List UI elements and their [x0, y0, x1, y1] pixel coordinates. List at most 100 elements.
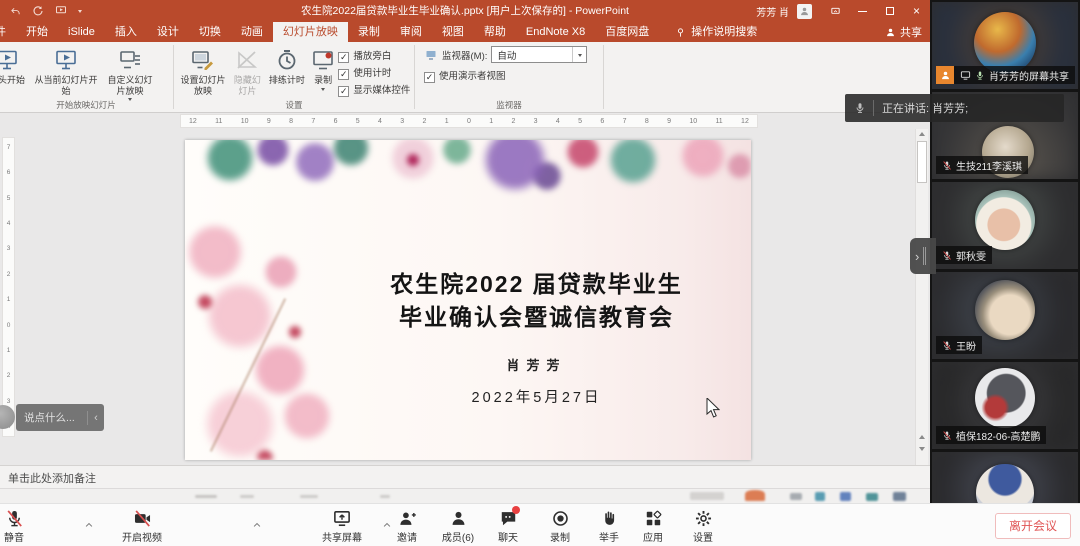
slide-author: 肖芳芳 — [330, 355, 743, 374]
redo-icon[interactable] — [32, 5, 44, 17]
checkbox-checked-icon: ✓ — [338, 52, 349, 63]
qat-customize-icon[interactable] — [78, 10, 82, 13]
show-media-controls-checkbox[interactable]: ✓ 显示媒体控件 — [338, 85, 411, 97]
tab-review[interactable]: 审阅 — [390, 22, 432, 42]
camera-off-icon — [132, 509, 153, 528]
invite-button[interactable]: 邀请 — [382, 509, 432, 544]
slideshow-icon[interactable] — [55, 5, 67, 17]
participant-name: 植保182-06-高楚鹏 — [956, 428, 1040, 443]
taskbar-icon-blur — [893, 492, 906, 501]
set-up-slideshow-button[interactable]: 设置幻灯片放映 — [177, 46, 229, 98]
speaking-divider — [873, 100, 874, 116]
settings-button[interactable]: 设置 — [680, 509, 726, 544]
taskbar-icon-blur — [790, 493, 802, 500]
group-separator — [414, 45, 415, 109]
tab-endnote[interactable]: EndNote X8 — [516, 22, 595, 42]
group-label: 设置 — [175, 99, 413, 111]
notes-pane[interactable]: 单击此处添加备注 — [0, 465, 930, 488]
taskbar-icon-blur — [815, 492, 825, 501]
tab-home[interactable]: 开始 — [16, 22, 58, 42]
record-dropdown-icon — [321, 88, 325, 91]
mute-options-caret-icon[interactable] — [84, 517, 94, 535]
slide-title-line2: 毕业确认会暨诚信教育会 — [330, 301, 743, 334]
use-timings-checkbox[interactable]: ✓ 使用计时 — [338, 68, 411, 80]
previous-slide-icon[interactable] — [919, 435, 925, 439]
share-button[interactable]: 共享 — [885, 22, 922, 42]
avatar — [975, 190, 1035, 250]
apps-button[interactable]: 应用 — [630, 509, 676, 544]
tab-baidu-netdisk[interactable]: 百度网盘 — [595, 22, 659, 42]
record-slideshow-button[interactable]: 录制 — [308, 46, 338, 93]
tab-slideshow[interactable]: 幻灯片放映 — [273, 22, 348, 42]
vertical-ruler: 765432101234 — [2, 137, 15, 437]
checkbox-checked-icon: ✓ — [338, 86, 349, 97]
start-video-button[interactable]: 开启视频 — [112, 509, 172, 544]
record-circle-icon — [551, 509, 570, 528]
from-beginning-button[interactable]: 从头开始 — [0, 46, 30, 88]
notes-placeholder: 单击此处添加备注 — [8, 473, 96, 485]
tab-help[interactable]: 帮助 — [474, 22, 516, 42]
participant-name: 王盼 — [956, 338, 976, 353]
video-options-caret-icon[interactable] — [252, 517, 262, 535]
from-current-slide-button[interactable]: 从当前幻灯片开始 — [30, 46, 102, 98]
minimize-button[interactable] — [849, 0, 876, 22]
tab-view[interactable]: 视图 — [432, 22, 474, 42]
members-button[interactable]: 成员(6) — [430, 509, 486, 544]
rehearse-clock-icon — [275, 48, 299, 72]
avatar — [975, 368, 1035, 428]
restore-button[interactable] — [876, 0, 903, 22]
next-slide-icon[interactable] — [919, 447, 925, 451]
close-button[interactable]: × — [903, 0, 930, 22]
meeting-screen: 农生院2022届贷款毕业生毕业确认.pptx [用户上次保存的] - Power… — [0, 0, 1080, 546]
monitor-select[interactable]: 自动 — [491, 46, 587, 63]
ribbon-display-options-icon[interactable] — [822, 0, 849, 22]
video-tile[interactable]: 植保182-06-高楚鹏 — [932, 362, 1078, 449]
use-presenter-view-checkbox[interactable]: ✓ 使用演示者视图 — [424, 71, 506, 83]
scrollbar-thumb[interactable] — [917, 141, 927, 183]
from-current-icon — [54, 48, 78, 72]
sidebar-collapse-handle[interactable]: › — [910, 238, 936, 274]
custom-show-icon — [118, 48, 142, 72]
chat-notification-badge — [512, 506, 520, 514]
scroll-up-icon[interactable] — [919, 132, 925, 136]
chat-button[interactable]: 聊天 — [484, 509, 532, 544]
chat-input-placeholder[interactable]: 说点什么... — [16, 410, 87, 425]
checkbox-checked-icon: ✓ — [424, 72, 435, 83]
tab-record[interactable]: 录制 — [348, 22, 390, 42]
leave-meeting-button[interactable]: 离开会议 — [995, 513, 1071, 539]
undo-icon[interactable] — [10, 6, 21, 17]
account-name: 芳芳 肖 — [756, 4, 789, 19]
video-tile[interactable]: 郭秋雯 — [932, 182, 1078, 269]
mic-muted-icon — [942, 340, 952, 351]
tab-design[interactable]: 设计 — [147, 22, 189, 42]
rehearse-timings-button[interactable]: 排练计时 — [266, 46, 308, 88]
tab-file[interactable]: 文件 — [0, 22, 16, 42]
tab-animations[interactable]: 动画 — [231, 22, 273, 42]
video-tile-sharer[interactable]: 肖芳芳的屏幕共享 — [932, 2, 1078, 89]
meeting-toolbar: 静音 开启视频 共享屏幕 邀请 成员(6) 聊天 录制 — [0, 503, 1080, 546]
slide[interactable]: 农生院2022 届贷款毕业生 毕业确认会暨诚信教育会 肖芳芳 2022年5月27… — [185, 140, 751, 460]
mouse-cursor — [706, 398, 720, 418]
mic-muted-icon — [5, 509, 24, 528]
share-screen-button[interactable]: 共享屏幕 — [312, 509, 372, 544]
status-blur-decoration — [380, 495, 390, 498]
raise-hand-button[interactable]: 举手 — [586, 509, 632, 544]
account-avatar[interactable] — [797, 4, 812, 19]
from-beginning-icon — [0, 48, 19, 72]
record-button[interactable]: 录制 — [536, 509, 584, 544]
video-tile[interactable]: 王盼 — [932, 272, 1078, 359]
mute-button[interactable]: 静音 — [0, 509, 42, 544]
tab-insert[interactable]: 插入 — [105, 22, 147, 42]
hide-slide-button[interactable]: 隐藏幻灯片 — [229, 46, 266, 98]
participant-name: 生技211李溪琪 — [956, 158, 1022, 173]
custom-slideshow-button[interactable]: 自定义幻灯片放映 — [102, 46, 158, 103]
quick-chat-bubble[interactable]: 说点什么... ‹ — [16, 404, 104, 431]
tab-transitions[interactable]: 切换 — [189, 22, 231, 42]
group-label: 监视器 — [416, 99, 602, 111]
chat-collapse-icon[interactable]: ‹ — [88, 412, 104, 424]
tab-islide[interactable]: iSlide — [58, 22, 105, 42]
tell-me-search[interactable]: 操作说明搜索 — [675, 22, 757, 42]
share-screen-icon — [332, 509, 352, 528]
play-narration-checkbox[interactable]: ✓ 播放旁白 — [338, 51, 411, 63]
slide-scrollbar[interactable] — [915, 129, 928, 465]
